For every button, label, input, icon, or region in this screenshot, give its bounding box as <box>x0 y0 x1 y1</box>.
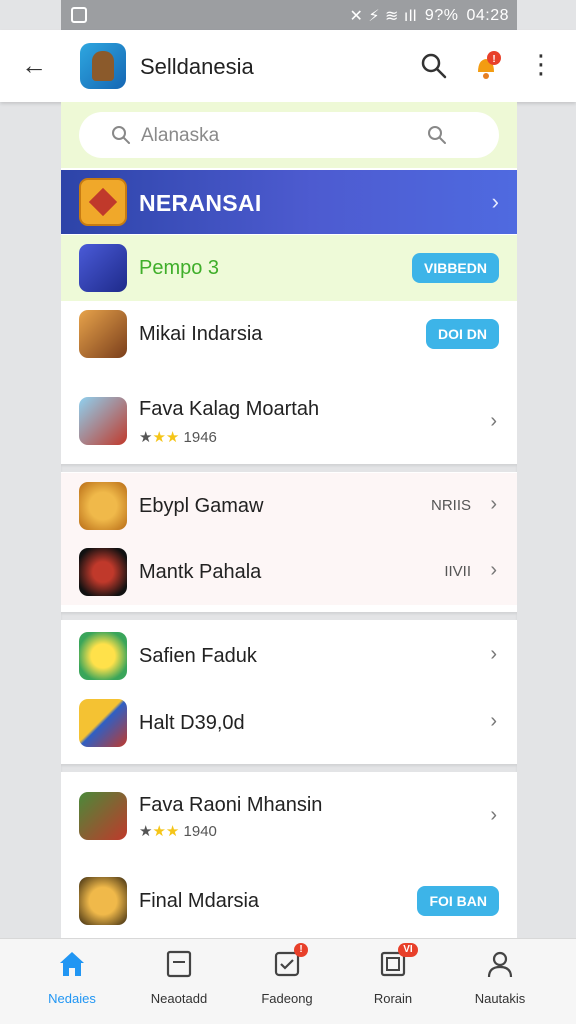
notification-badge: ! <box>492 54 495 65</box>
search-area: Alanaska <box>61 102 517 168</box>
divider <box>61 612 517 620</box>
chevron-right-icon: › <box>491 189 499 214</box>
nav-item-home[interactable]: Nedaies <box>27 949 117 1019</box>
user-icon <box>485 949 515 979</box>
rating-stars: ★★ <box>152 823 180 840</box>
game-icon <box>79 548 127 596</box>
list-item-rating: ★★★ 1946 <box>139 428 217 446</box>
list-item[interactable]: Pempo 3 VIBBEDN <box>61 235 517 301</box>
game-icon <box>79 792 127 840</box>
bottom-navigation: Nedaies Neaotadd ! Fadeong VI Rorain Nau… <box>0 938 576 1024</box>
list-item[interactable]: Final Mdarsia FOI BAN <box>61 868 517 934</box>
game-icon <box>79 310 127 358</box>
install-button[interactable]: FOI BAN <box>417 886 499 916</box>
list-item-title: Mikai Indarsia <box>139 323 263 345</box>
install-button[interactable]: DOI DN <box>426 319 499 349</box>
game-icon <box>79 877 127 925</box>
clock: 04:28 <box>466 7 509 24</box>
list-item-title: Pempo 3 <box>139 257 220 279</box>
list-item[interactable]: Fava Raoni Mhansin ★★★ 1940 › <box>61 780 517 862</box>
nav-label: Nedaies <box>48 991 96 1006</box>
home-icon <box>57 949 87 979</box>
screenshot-icon <box>71 7 87 23</box>
nav-label: Neaotadd <box>150 991 208 1006</box>
rating-stars: ★★ <box>152 429 180 446</box>
nav-item-rank[interactable]: VI Rorain <box>348 943 438 1019</box>
app-bar: ← Selldanesia ! ⋮ <box>0 30 576 102</box>
featured-banner[interactable]: NERANSAI › <box>61 170 517 234</box>
game-icon <box>79 244 127 292</box>
game-icon <box>79 699 127 747</box>
divider <box>61 464 517 472</box>
list-item-title: Fava Raoni Mhansin <box>139 794 323 816</box>
list-item[interactable]: Mantk Pahala IIVII › <box>61 539 517 605</box>
game-icon <box>79 397 127 445</box>
nav-label: Fadeong <box>261 991 313 1006</box>
chevron-right-icon: › <box>490 710 497 732</box>
list-item-meta: NRIIS <box>430 497 471 514</box>
rating-count: 1946 <box>183 429 217 446</box>
list-item-title: Halt D39,0d <box>139 712 245 734</box>
notification-bell-icon[interactable]: ! <box>472 50 502 82</box>
main-content: Alanaska NERANSAI › Pempo 3 VIBBEDN Mika… <box>61 102 517 938</box>
shield-check-icon: ! <box>272 943 308 979</box>
list-item-title: Final Mdarsia <box>139 890 260 912</box>
search-submit-icon[interactable] <box>427 125 447 145</box>
rating-count: 1940 <box>183 823 217 840</box>
list-item-rating: ★★★ 1940 <box>139 822 217 840</box>
list-item-meta: IIVII <box>444 563 471 580</box>
list-item[interactable]: Safien Faduk › <box>61 623 517 689</box>
game-icon <box>79 482 127 530</box>
rating-star-empty: ★ <box>139 823 153 840</box>
list-item-title: Fava Kalag Moartah <box>139 398 320 420</box>
banner-game-icon <box>79 178 127 226</box>
app-title: Selldanesia <box>140 54 254 79</box>
chevron-right-icon: › <box>490 559 497 581</box>
chevron-right-icon: › <box>490 410 497 432</box>
nav-label: Rorain <box>373 991 413 1006</box>
nav-item-feed[interactable]: ! Fadeong <box>242 943 332 1019</box>
list-item[interactable]: Halt D39,0d › <box>61 690 517 756</box>
chevron-right-icon: › <box>490 493 497 515</box>
nav-label: Nautakis <box>474 991 526 1006</box>
search-placeholder: Alanaska <box>141 125 220 146</box>
game-icon <box>79 632 127 680</box>
notification-badge: VI <box>398 943 418 957</box>
chart-icon: VI <box>378 943 418 979</box>
list-item[interactable]: Ebypl Gamaw NRIIS › <box>61 473 517 539</box>
search-icon[interactable] <box>420 52 448 80</box>
document-icon <box>164 949 194 979</box>
status-bar: ✕ ⚡ ≋ ıll 9?% 04:28 <box>61 0 517 30</box>
search-icon <box>112 126 130 144</box>
list-item[interactable]: Mikai Indarsia DOI DN <box>61 301 517 367</box>
nav-item-profile[interactable]: Nautakis <box>455 949 545 1019</box>
notification-badge: ! <box>294 943 308 957</box>
chevron-right-icon: › <box>490 643 497 665</box>
app-logo <box>80 43 126 89</box>
status-icons: ✕ ⚡ ≋ ıll <box>349 8 417 25</box>
banner-title: NERANSAI <box>139 190 262 216</box>
rating-star-empty: ★ <box>139 429 153 446</box>
chevron-right-icon: › <box>490 804 497 826</box>
nav-item-news[interactable]: Neaotadd <box>134 949 224 1019</box>
list-item-title: Mantk Pahala <box>139 561 262 583</box>
search-input[interactable]: Alanaska <box>79 112 499 158</box>
list-item-title: Safien Faduk <box>139 645 257 667</box>
battery-level: 9?% <box>424 7 459 24</box>
list-item-title: Ebypl Gamaw <box>139 495 264 517</box>
list-item[interactable]: Fava Kalag Moartah ★★★ 1946 › <box>61 382 517 464</box>
divider <box>61 764 517 772</box>
install-button[interactable]: VIBBEDN <box>411 253 499 283</box>
more-options-icon[interactable]: ⋮ <box>528 51 554 80</box>
back-arrow-icon[interactable]: ← <box>20 52 48 80</box>
status-indicators: ✕ ⚡ ≋ ıll 9?% 04:28 <box>349 6 509 26</box>
